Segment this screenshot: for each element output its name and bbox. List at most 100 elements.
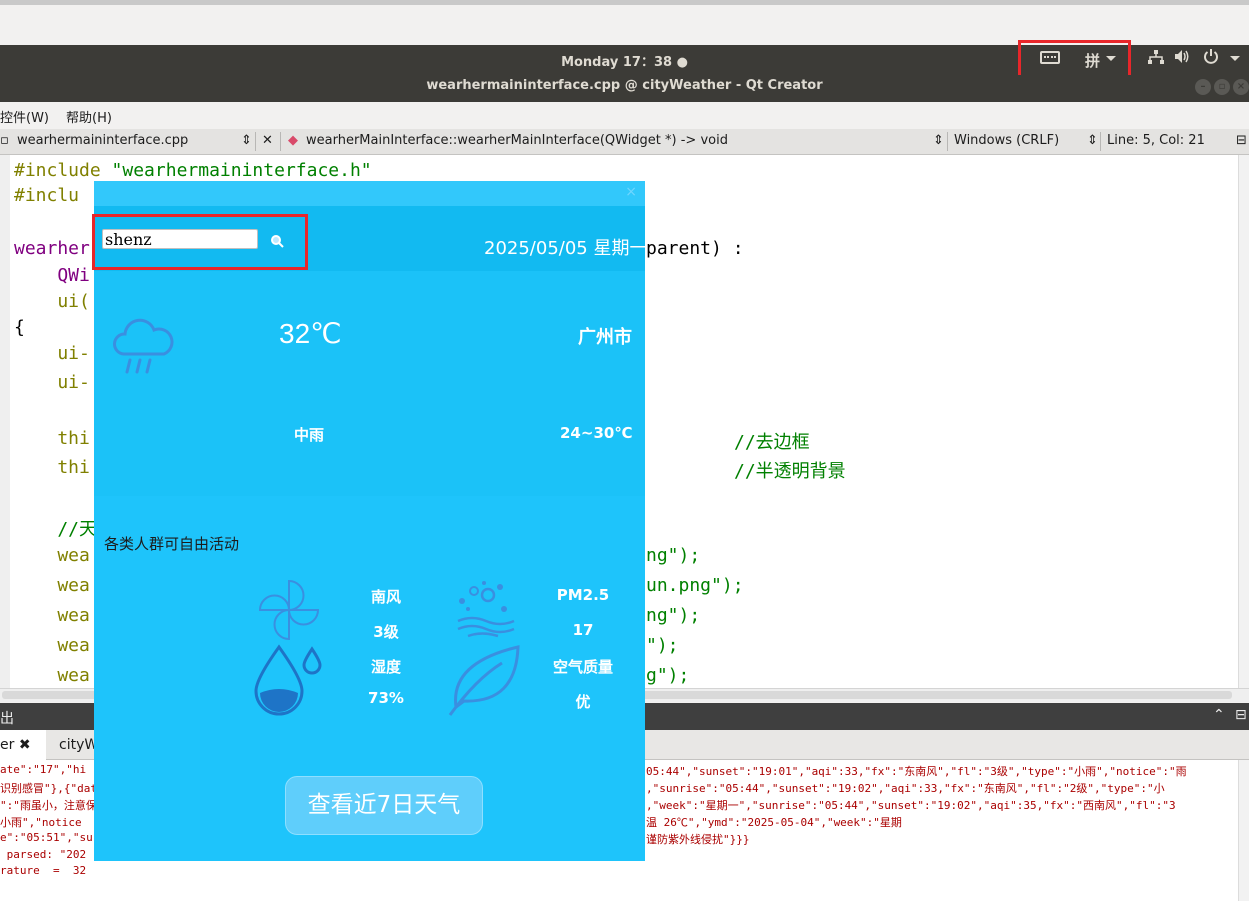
- code-line-17-suffix: ng");: [646, 605, 701, 626]
- search-highlight-box: [92, 214, 308, 270]
- symbol-selector[interactable]: wearherMainInterface::wearherMainInterfa…: [306, 133, 728, 148]
- file-dropdown-icon[interactable]: ⇕: [241, 133, 252, 148]
- output-line: ":"雨虽小，注意保: [0, 799, 97, 812]
- close-icon[interactable]: ×: [1233, 79, 1249, 95]
- wind-level: 3级: [373, 623, 399, 641]
- code-line-12: thi: [14, 457, 90, 478]
- seven-day-forecast-button[interactable]: 查看近7日天气: [285, 776, 483, 835]
- desktop-top-strip: [0, 0, 1249, 45]
- output-line: 识别感冒"},{"dat: [0, 782, 97, 795]
- close-file-icon[interactable]: ✕: [262, 133, 273, 148]
- close-pane-icon[interactable]: ⊟: [1235, 707, 1247, 723]
- code-line-19: wea: [14, 665, 90, 686]
- output-line: parsed: "202: [0, 848, 87, 861]
- weather-condition: 中雨: [294, 426, 325, 444]
- include-directive: #include: [14, 160, 112, 181]
- minimize-icon[interactable]: –: [1195, 79, 1211, 95]
- pinwheel-icon: [258, 579, 320, 645]
- city-name: 广州市: [578, 327, 632, 348]
- window-title-bar[interactable]: wearhermaininterface.cpp @ cityWeather -…: [0, 75, 1249, 102]
- code-line-5: QWi: [14, 265, 90, 286]
- output-line: 谨防紫外线侵扰"}}}: [646, 833, 750, 846]
- code-line-17: wea: [14, 605, 90, 626]
- maximize-icon[interactable]: ▫: [1214, 79, 1230, 95]
- activity-tip: 各类人群可自由活动: [104, 535, 240, 553]
- file-tab[interactable]: wearhermaininterface.cpp: [17, 133, 188, 148]
- pm25-value: 17: [572, 621, 594, 639]
- pm25-label: PM2.5: [556, 586, 610, 604]
- separator: [1100, 132, 1101, 151]
- output-tab-2[interactable]: cityW: [59, 737, 98, 753]
- current-date: 2025/05/05 星期一: [484, 238, 648, 259]
- weather-current-panel: [94, 271, 645, 496]
- output-line: 温 26℃","ymd":"2025-05-04","week":"星期: [646, 816, 902, 829]
- close-icon[interactable]: ×: [625, 184, 637, 200]
- editor-toolbar: ▫ wearhermaininterface.cpp ⇕ ✕ ◆ wearher…: [0, 129, 1249, 155]
- wind-direction: 南风: [370, 588, 401, 606]
- pm25-dots-icon: [454, 579, 516, 645]
- code-line-9: ui-: [14, 372, 90, 393]
- system-top-bar: Monday 17：38 ● 拼: [0, 40, 1249, 79]
- output-line: ,"sunrise":"05:44","sunset":"19:02","aqi…: [646, 782, 1165, 795]
- input-method-highlight-box: [1018, 40, 1131, 79]
- code-line-2: #inclu: [14, 185, 80, 206]
- leaf-icon: [446, 643, 522, 721]
- code-line-4: wearher: [14, 238, 90, 259]
- code-line-19-suffix: g");: [646, 665, 690, 686]
- output-line: e":"05:51","su: [0, 831, 93, 844]
- output-line: ate":"17","hi: [0, 763, 87, 776]
- code-line-14: //天: [14, 519, 98, 540]
- code-comment-11: //去边框: [734, 432, 810, 453]
- output-line: ,"week":"星期一","sunrise":"05:44","sunset"…: [646, 799, 1176, 812]
- menu-help[interactable]: 帮助(H): [66, 107, 112, 126]
- code-line-11: thi: [14, 428, 90, 449]
- include-string: "wearhermaininterface.h": [111, 160, 372, 181]
- menu-widgets[interactable]: 控件(W): [0, 107, 49, 126]
- separator: [280, 132, 281, 151]
- code-line-4-suffix: parent) :: [646, 238, 744, 259]
- chevron-down-icon[interactable]: [1230, 56, 1240, 61]
- code-line-18: wea: [14, 635, 90, 656]
- network-icon[interactable]: [1148, 50, 1164, 69]
- rain-cloud-icon: [112, 316, 174, 382]
- output-tab-1[interactable]: er ✖: [0, 737, 31, 753]
- line-ending-selector[interactable]: Windows (CRLF): [954, 133, 1059, 148]
- output-line: rature = 32: [0, 864, 87, 877]
- power-icon[interactable]: [1203, 48, 1219, 68]
- code-line-6: ui(: [14, 291, 90, 312]
- chevron-up-icon[interactable]: ⌃: [1213, 707, 1225, 723]
- code-line-16: wea: [14, 575, 90, 596]
- code-line-15: wea: [14, 545, 90, 566]
- symbol-dropdown-icon[interactable]: ⇕: [933, 133, 944, 148]
- water-drop-icon: [254, 643, 324, 721]
- code-comment-12: //半透明背景: [734, 461, 846, 482]
- cursor-position[interactable]: Line: 5, Col: 21: [1107, 133, 1205, 148]
- air-quality-label: 空气质量: [552, 658, 613, 676]
- weather-window: × 2025/05/05 星期一 32℃ 广州市 中雨 24~30℃ 各类人群可…: [92, 181, 648, 861]
- separator: [947, 132, 948, 151]
- code-line-16-suffix: un.png");: [646, 575, 744, 596]
- file-icon: ▫: [0, 133, 9, 148]
- air-quality-value: 优: [575, 693, 591, 711]
- separator: [255, 132, 256, 151]
- humidity-value: 73%: [368, 689, 404, 707]
- output-pane-title: 出: [0, 711, 14, 727]
- symbol-icon: ◆: [288, 133, 298, 148]
- output-vertical-scrollbar[interactable]: [1238, 760, 1249, 901]
- editor-gutter: [0, 155, 10, 688]
- code-line-8: ui-: [14, 343, 90, 364]
- editor-vertical-scrollbar[interactable]: [1238, 155, 1249, 688]
- code-line-18-suffix: ");: [646, 635, 679, 656]
- volume-icon[interactable]: [1174, 49, 1191, 68]
- weather-title-bar[interactable]: ×: [94, 181, 645, 206]
- window-title: wearhermaininterface.cpp @ cityWeather -…: [426, 78, 823, 93]
- temperature-range: 24~30℃: [560, 424, 633, 442]
- line-ending-dropdown-icon[interactable]: ⇕: [1087, 133, 1098, 148]
- current-temperature: 32℃: [279, 318, 342, 349]
- code-line-7: {: [14, 317, 25, 338]
- split-icon[interactable]: ⊟: [1236, 133, 1247, 148]
- code-line-1: #include "wearhermaininterface.h": [14, 160, 372, 181]
- code-line-15-suffix: ng");: [646, 545, 701, 566]
- output-line: 05:44","sunset":"19:01","aqi":33,"fx":"东…: [646, 765, 1187, 778]
- humidity-label: 湿度: [370, 658, 401, 676]
